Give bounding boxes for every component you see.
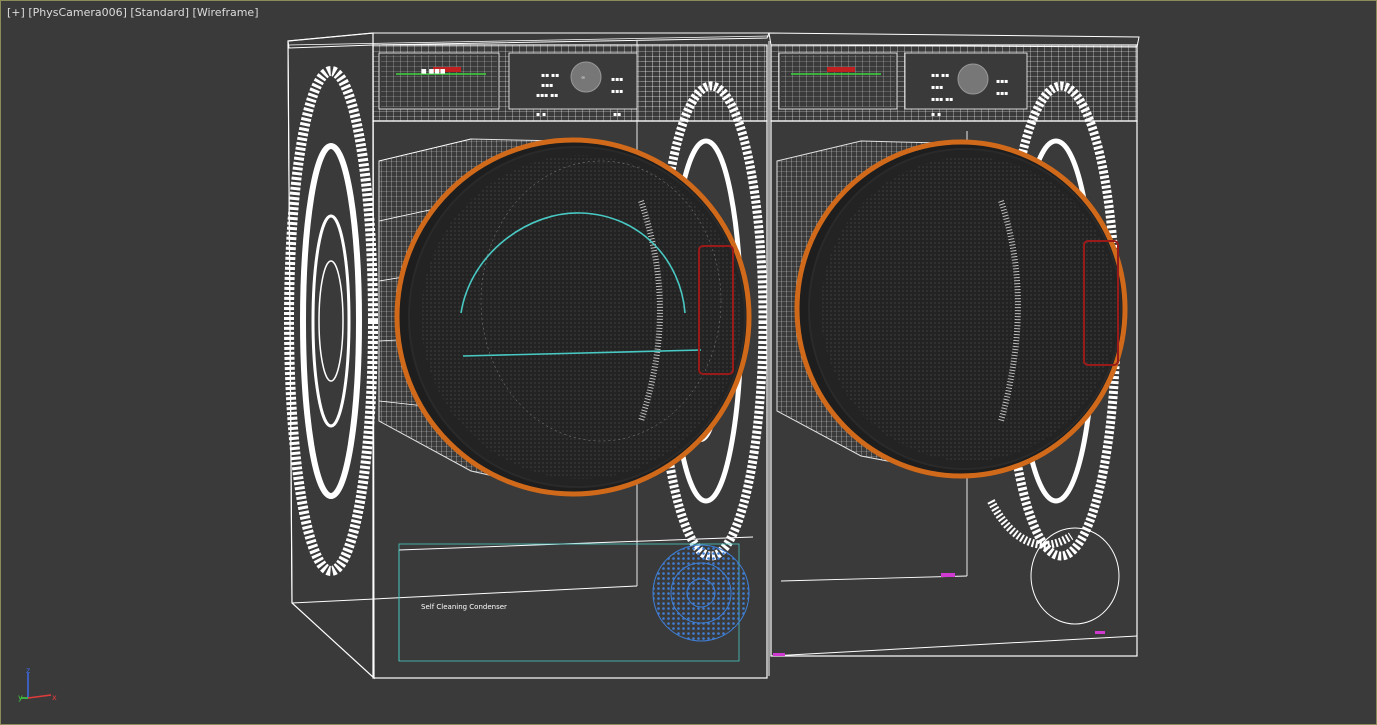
svg-text:▪ ▪: ▪ ▪ [536, 111, 546, 118]
left-dryer-dial [570, 61, 602, 93]
axis-x-label: x [52, 693, 57, 702]
right-dryer-dial [957, 63, 989, 95]
right-dryer-control-panel: ▪▪ ▪▪ ▪▪▪ ▪▪▪ ▪▪ ▪▪▪ ▪▪▪ ▪ ▪ [770, 44, 1138, 122]
left-dryer-lower-front: Self Cleaning Condenser [398, 536, 754, 662]
right-dryer-marker [941, 573, 955, 577]
axis-gizmo: z y x [18, 666, 57, 702]
svg-text:▪▪ ▪▪: ▪▪ ▪▪ [541, 72, 559, 79]
svg-text:▪▪▪: ▪▪▪ [611, 76, 623, 83]
svg-text:▪▪▪: ▪▪▪ [996, 90, 1008, 97]
left-dryer-control-panel: ■ ■■■ ∞ ▪▪ ▪▪ ▪▪▪ ▪▪▪ ▪▪ ▪▪▪ ▪▪▪ ▪ ▪ ▪▪ [372, 44, 768, 122]
svg-text:▪▪▪: ▪▪▪ [541, 82, 553, 89]
viewport-camera-label[interactable]: [PhysCamera006] [28, 6, 127, 19]
viewport-menu-button[interactable]: [+] [7, 6, 25, 19]
svg-text:▪ ▪: ▪ ▪ [931, 111, 941, 118]
svg-text:▪▪▪ ▪▪: ▪▪▪ ▪▪ [536, 92, 558, 99]
svg-text:▪▪▪: ▪▪▪ [931, 84, 943, 91]
viewport-shading-label[interactable]: [Standard] [130, 6, 189, 19]
viewport-label-bar: [+] [PhysCamera006] [Standard] [Wirefram… [7, 6, 259, 19]
svg-text:▪▪▪: ▪▪▪ [996, 78, 1008, 85]
svg-text:■ ■■■: ■ ■■■ [421, 68, 446, 75]
right-dryer-lower-front [773, 499, 1120, 656]
condenser-label: Self Cleaning Condenser [421, 603, 507, 611]
viewport-display-label[interactable]: [Wireframe] [193, 6, 259, 19]
axis-z-label: z [26, 666, 30, 675]
left-dryer-model[interactable]: ■ ■■■ ∞ ▪▪ ▪▪ ▪▪▪ ▪▪▪ ▪▪ ▪▪▪ ▪▪▪ ▪ ▪ ▪▪ [284, 32, 770, 680]
left-dryer-side-rings [284, 66, 378, 576]
axis-y-label: y [18, 693, 23, 702]
left-dryer-door[interactable] [394, 137, 752, 497]
svg-text:▪▪▪ ▪▪: ▪▪▪ ▪▪ [931, 96, 953, 103]
right-dryer-door[interactable] [794, 139, 1128, 479]
svg-text:▪▪ ▪▪: ▪▪ ▪▪ [931, 72, 949, 79]
svg-text:▪▪▪: ▪▪▪ [611, 88, 623, 95]
right-dryer-model[interactable]: ▪▪ ▪▪ ▪▪▪ ▪▪▪ ▪▪ ▪▪▪ ▪▪▪ ▪ ▪ [768, 32, 1140, 676]
svg-text:∞: ∞ [581, 75, 585, 81]
viewport-wireframe[interactable]: [+] [PhysCamera006] [Standard] [Wirefram… [0, 0, 1377, 725]
scene-render[interactable]: ■ ■■■ ∞ ▪▪ ▪▪ ▪▪▪ ▪▪▪ ▪▪ ▪▪▪ ▪▪▪ ▪ ▪ ▪▪ [1, 1, 1376, 724]
left-dryer-condenser-filter[interactable] [652, 544, 750, 642]
svg-text:▪▪: ▪▪ [613, 111, 621, 118]
